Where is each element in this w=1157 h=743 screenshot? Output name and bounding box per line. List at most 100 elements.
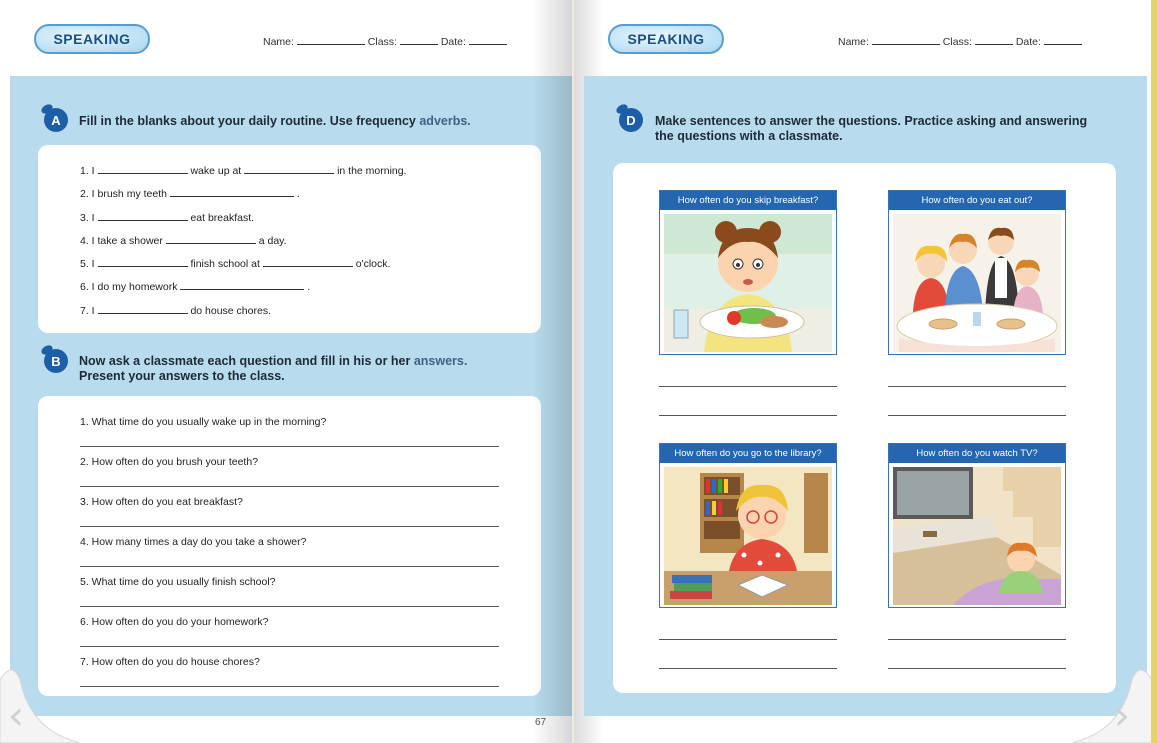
picture-card-watch-tv: How often do you watch TV? <box>888 443 1066 608</box>
sentence-text: 4. I take a shower <box>80 235 163 247</box>
page-edge <box>1151 0 1157 743</box>
boy-watching-tv-illustration <box>893 467 1061 605</box>
section-b-badge: B <box>44 349 68 373</box>
question-1: 1. What time do you usually wake up in t… <box>80 416 327 428</box>
picture-caption: How often do you skip breakfast? <box>660 191 836 210</box>
sentence-6: 6. I do my homework . <box>80 280 310 293</box>
sentence-text: finish school at <box>190 258 260 270</box>
section-b-instruction-line2: Present your answers to the class. <box>79 369 285 383</box>
picture-caption: How often do you go to the library? <box>660 444 836 463</box>
sentence-text: 1. I <box>80 165 95 177</box>
name-blank[interactable] <box>871 35 940 45</box>
section-a-instruction-accent: adverbs. <box>419 114 471 128</box>
section-d-instruction: Make sentences to answer the questions. … <box>655 114 1087 144</box>
sentence-text: a day. <box>258 235 287 247</box>
answer-line-7[interactable] <box>80 686 499 687</box>
answer-line-6[interactable] <box>80 646 499 647</box>
answer-line-library-2[interactable] <box>659 668 837 669</box>
question-4: 4. How many times a day do you take a sh… <box>80 536 307 548</box>
sentence-text: wake up at <box>190 165 242 177</box>
answer-line-5[interactable] <box>80 606 499 607</box>
next-page-arrow-icon[interactable]: › <box>1114 696 1130 736</box>
answer-line-eat-out-2[interactable] <box>888 415 1066 416</box>
class-label: Class: <box>367 36 397 48</box>
class-blank[interactable] <box>399 35 438 45</box>
name-class-date-line: Name: Class: Date: <box>263 35 507 48</box>
sentence-text: 6. I do my homework <box>80 281 178 293</box>
blank[interactable] <box>97 304 188 314</box>
section-b-instruction-text: Now ask a classmate each question and fi… <box>79 354 411 368</box>
picture-caption: How often do you eat out? <box>889 191 1065 210</box>
date-label: Date: <box>1015 36 1041 48</box>
sentence-1: 1. I wake up at in the morning. <box>80 164 407 177</box>
section-a-instruction-text: Fill in the blanks about your daily rout… <box>79 114 416 128</box>
section-a-instruction: Fill in the blanks about your daily rout… <box>79 114 471 129</box>
picture-card-library: How often do you go to the library? <box>659 443 837 608</box>
name-blank[interactable] <box>296 35 365 45</box>
blank[interactable] <box>262 257 353 267</box>
answer-line-watch-tv-1[interactable] <box>888 639 1066 640</box>
answer-line-library-1[interactable] <box>659 639 837 640</box>
blank[interactable] <box>97 211 188 221</box>
section-d-badge: D <box>619 108 643 132</box>
name-label: Name: <box>838 36 869 48</box>
sentence-4: 4. I take a shower a day. <box>80 234 287 247</box>
speaking-label: SPEAKING <box>34 24 150 54</box>
page-curl-right[interactable] <box>1072 640 1152 743</box>
blank[interactable] <box>169 187 294 197</box>
blank[interactable] <box>97 164 188 174</box>
question-7: 7. How often do you do house chores? <box>80 656 260 668</box>
answer-line-watch-tv-2[interactable] <box>888 668 1066 669</box>
sentence-text: o'clock. <box>355 258 391 270</box>
question-6: 6. How often do you do your homework? <box>80 616 269 628</box>
date-blank[interactable] <box>1043 35 1082 45</box>
speaking-label: SPEAKING <box>608 24 724 54</box>
page-number: 67 <box>535 717 547 728</box>
section-b-instruction: Now ask a classmate each question and fi… <box>79 354 467 384</box>
right-page: SPEAKING Name: Class: Date: D Make sente… <box>574 0 1157 743</box>
family-restaurant-illustration <box>893 214 1061 352</box>
prev-page-arrow-icon[interactable]: ‹ <box>8 696 24 736</box>
answer-line-4[interactable] <box>80 566 499 567</box>
picture-card-eat-out: How often do you eat out? <box>888 190 1066 355</box>
class-label: Class: <box>942 36 972 48</box>
sentence-text: 7. I <box>80 305 95 317</box>
blank[interactable] <box>180 280 305 290</box>
sentence-text: in the morning. <box>337 165 407 177</box>
answer-line-1[interactable] <box>80 446 499 447</box>
answer-line-eat-out-1[interactable] <box>888 386 1066 387</box>
class-blank[interactable] <box>974 35 1013 45</box>
sentence-3: 3. I eat breakfast. <box>80 211 254 224</box>
picture-caption: How often do you watch TV? <box>889 444 1065 463</box>
sentence-text: 5. I <box>80 258 95 270</box>
girl-eating-breakfast-illustration <box>664 214 832 352</box>
answer-line-2[interactable] <box>80 486 499 487</box>
blank[interactable] <box>244 164 335 174</box>
sentence-text: . <box>296 188 300 200</box>
sentence-7: 7. I do house chores. <box>80 304 271 317</box>
name-label: Name: <box>263 36 294 48</box>
sentence-text: eat breakfast. <box>190 212 255 224</box>
sentence-text: do house chores. <box>190 305 271 317</box>
book-spread: SPEAKING Name: Class: Date: A Fill in th… <box>0 0 1157 743</box>
section-b-instruction-accent: answers. <box>413 354 468 368</box>
section-d-instruction-line1: Make sentences to answer the questions. … <box>655 114 1088 128</box>
answer-line-breakfast-1[interactable] <box>659 386 837 387</box>
section-d-instruction-line2: the questions with a classmate. <box>655 129 843 143</box>
left-page: SPEAKING Name: Class: Date: A Fill in th… <box>0 0 572 743</box>
answer-line-breakfast-2[interactable] <box>659 415 837 416</box>
sentence-5: 5. I finish school at o'clock. <box>80 257 390 270</box>
blank[interactable] <box>97 257 188 267</box>
sentence-text: . <box>307 281 311 293</box>
section-a-badge: A <box>44 108 68 132</box>
answer-line-3[interactable] <box>80 526 499 527</box>
girl-reading-library-illustration <box>664 467 832 605</box>
question-5: 5. What time do you usually finish schoo… <box>80 576 276 588</box>
picture-card-breakfast: How often do you skip breakfast? <box>659 190 837 355</box>
sentence-text: 2. I brush my teeth <box>80 188 167 200</box>
question-2: 2. How often do you brush your teeth? <box>80 456 259 468</box>
sentence-text: 3. I <box>80 212 95 224</box>
date-label: Date: <box>440 36 466 48</box>
date-blank[interactable] <box>468 35 507 45</box>
blank[interactable] <box>165 234 256 244</box>
